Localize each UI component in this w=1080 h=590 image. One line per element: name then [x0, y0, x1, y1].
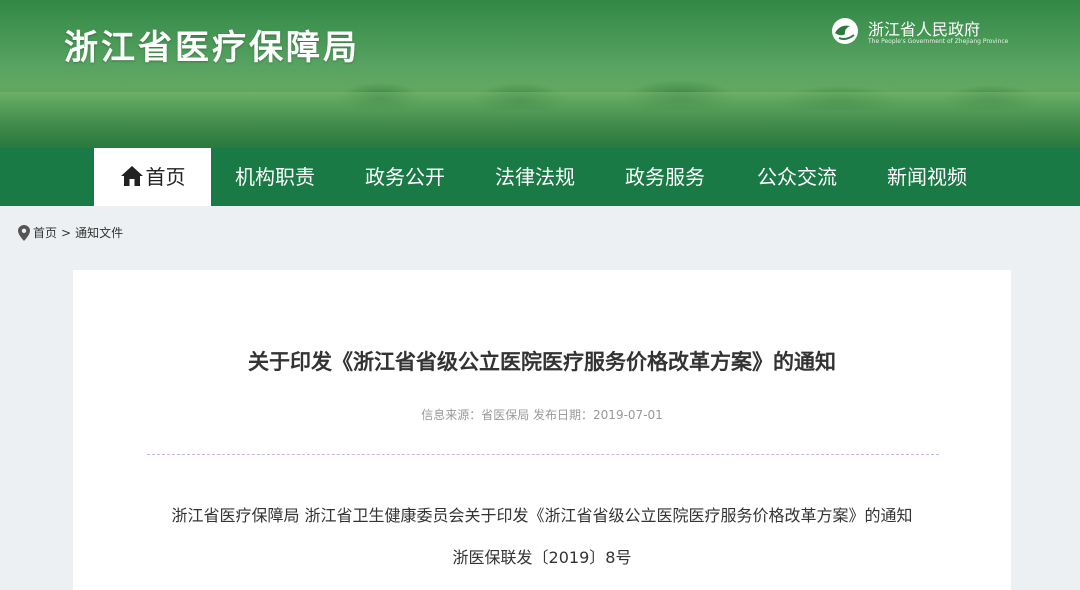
nav-item-laws[interactable]: 法律法规	[478, 148, 592, 206]
gov-emblem-icon	[832, 18, 858, 44]
gov-portal-logo[interactable]: 浙江省人民政府 The People's Government of Zheji…	[830, 16, 1010, 50]
banner-water	[0, 92, 1080, 148]
breadcrumb-separator: >	[61, 225, 72, 240]
nav-item-home[interactable]: 首页	[94, 148, 211, 206]
breadcrumb-home-link[interactable]: 首页	[33, 224, 57, 241]
map-pin-icon	[18, 224, 30, 241]
divider	[147, 454, 939, 455]
article-title: 关于印发《浙江省省级公立医院医疗服务价格改革方案》的通知	[248, 350, 836, 374]
gov-subtitle: The People's Government of Zhejiang Prov…	[868, 38, 1009, 45]
site-title[interactable]: 浙江省医疗保障局	[64, 20, 360, 69]
article-body-line: 浙江省医疗保障局 浙江省卫生健康委员会关于印发《浙江省省级公立医院医疗服务价格改…	[171, 506, 913, 525]
nav-item-communication[interactable]: 公众交流	[740, 148, 854, 206]
main-nav: 首页 机构职责 政务公开 法律法规 政务服务 公众交流 新闻视频	[0, 148, 1080, 206]
nav-item-label: 首页	[145, 165, 186, 189]
nav-item-duties[interactable]: 机构职责	[218, 148, 332, 206]
article-meta: 信息来源：省医保局 发布日期：2019-07-01	[421, 408, 663, 422]
article-card: 关于印发《浙江省省级公立医院医疗服务价格改革方案》的通知 信息来源：省医保局 发…	[73, 270, 1011, 590]
article-doc-number: 浙医保联发〔2019〕8号	[452, 548, 632, 567]
nav-item-services[interactable]: 政务服务	[608, 148, 722, 206]
nav-item-news-video[interactable]: 新闻视频	[870, 148, 984, 206]
home-icon	[120, 166, 143, 186]
breadcrumb-current-link[interactable]: 通知文件	[75, 224, 123, 241]
gov-name: 浙江省人民政府	[868, 20, 981, 39]
breadcrumb: 首页 > 通知文件	[18, 224, 123, 241]
nav-item-public-affairs[interactable]: 政务公开	[348, 148, 462, 206]
header-banner: 浙江省医疗保障局 浙江省人民政府 The People's Government…	[0, 0, 1080, 148]
